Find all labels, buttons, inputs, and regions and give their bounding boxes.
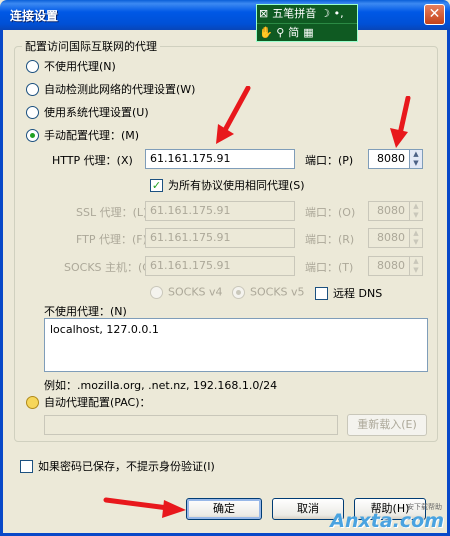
spin-up-icon[interactable]: ▲	[410, 202, 422, 211]
ime-keyboard-icon[interactable]: ▦	[301, 24, 315, 42]
radio-pac[interactable]	[26, 395, 39, 409]
radio-socks-v4[interactable]	[150, 285, 163, 299]
socks-v5-label: SOCKS v5	[250, 285, 305, 299]
socks-v5-option[interactable]: SOCKS v5	[232, 285, 305, 299]
socks-host-input[interactable]: 61.161.175.91	[145, 256, 295, 276]
ssl-proxy-input[interactable]: 61.161.175.91	[145, 201, 295, 221]
ime-simplified-label[interactable]: 简	[286, 24, 301, 42]
radio-socks-v5[interactable]	[232, 285, 245, 299]
window-frame-left	[0, 30, 3, 536]
pac-url-input[interactable]	[44, 415, 338, 435]
annotation-arrow-host-icon	[216, 86, 251, 144]
ssl-proxy-label: SSL 代理：(L)	[76, 206, 148, 219]
no-auth-prompt-option[interactable]: 如果密码已保存，不提示身份验证(I)	[20, 458, 215, 474]
ftp-port-label: 端口：(R)	[305, 233, 355, 246]
ime-toolbar[interactable]: ⊠ 五笔拼音 ☽ •, ✋ ⚲ 简 ▦	[256, 4, 358, 42]
ime-mode-label[interactable]: 五笔拼音	[270, 5, 318, 23]
http-proxy-label: HTTP 代理：(X)	[52, 154, 133, 167]
group-title: 配置访问国际互联网的代理	[22, 38, 160, 54]
same-proxy-checkbox[interactable]: ✓	[150, 178, 163, 192]
spin-up-icon[interactable]: ▲	[410, 229, 422, 238]
http-proxy-input[interactable]: 61.161.175.91	[145, 149, 295, 169]
no-proxy-example: 例如：.mozilla.org, .net.nz, 192.168.1.0/24	[44, 379, 278, 392]
http-port-label: 端口：(P)	[305, 154, 354, 167]
ftp-port-stepper[interactable]: ▲ ▼	[409, 228, 423, 248]
ftp-proxy-label: FTP 代理：(F)	[76, 233, 147, 246]
http-port-stepper[interactable]: ▲ ▼	[409, 149, 423, 169]
http-port-input[interactable]: 8080	[368, 149, 410, 169]
socks-host-label: SOCKS 主机：(C)	[64, 261, 155, 274]
spin-down-icon[interactable]: ▼	[410, 238, 422, 247]
option-no-proxy[interactable]: 不使用代理(N)	[26, 58, 116, 74]
no-auth-prompt-label: 如果密码已保存，不提示身份验证(I)	[38, 460, 215, 473]
ime-mode-icon[interactable]: ⊠	[257, 5, 270, 23]
radio-no-proxy[interactable]	[26, 59, 39, 73]
no-proxy-for-label: 不使用代理：(N)	[44, 305, 127, 318]
ftp-proxy-input[interactable]: 61.161.175.91	[145, 228, 295, 248]
option-system-proxy[interactable]: 使用系统代理设置(U)	[26, 104, 149, 120]
remote-dns-label: 远程 DNS	[333, 287, 383, 300]
annotation-arrow-port-icon	[390, 96, 411, 148]
ime-punct-icons[interactable]: ☽ •,	[318, 5, 345, 23]
spin-down-icon[interactable]: ▼	[410, 211, 422, 220]
option-manual-proxy[interactable]: 手动配置代理：(M)	[26, 127, 139, 143]
ssl-port-input[interactable]: 8080	[368, 201, 410, 221]
title-bar: 连接设置 ✕	[0, 0, 450, 30]
radio-manual-proxy[interactable]	[26, 128, 39, 142]
option-pac[interactable]: 自动代理配置(PAC)：	[26, 394, 151, 410]
ftp-port-input[interactable]: 8080	[368, 228, 410, 248]
spin-down-icon[interactable]: ▼	[410, 159, 422, 168]
ssl-port-label: 端口：(O)	[305, 206, 356, 219]
option-system-proxy-label: 使用系统代理设置(U)	[44, 106, 149, 119]
spin-up-icon[interactable]: ▲	[410, 150, 422, 159]
reload-button[interactable]: 重新载入(E)	[347, 414, 427, 436]
spin-up-icon[interactable]: ▲	[410, 257, 422, 266]
socks-port-input[interactable]: 8080	[368, 256, 410, 276]
radio-auto-detect[interactable]	[26, 82, 39, 96]
socks-port-label: 端口：(T)	[305, 261, 354, 274]
option-pac-label: 自动代理配置(PAC)：	[44, 396, 151, 409]
spin-down-icon[interactable]: ▼	[410, 266, 422, 275]
radio-system-proxy[interactable]	[26, 105, 39, 119]
option-auto-detect[interactable]: 自动检测此网络的代理设置(W)	[26, 81, 195, 97]
window-title: 连接设置	[10, 9, 59, 23]
socks-v4-option[interactable]: SOCKS v4	[150, 285, 223, 299]
close-button[interactable]: ✕	[424, 4, 445, 25]
ime-row-top: ⊠ 五笔拼音 ☽ •,	[257, 5, 357, 23]
watermark-logo: Anxta.com	[330, 510, 444, 532]
ime-tool-icons[interactable]: ✋ ⚲	[257, 24, 286, 42]
ok-button[interactable]: 确定	[186, 498, 262, 520]
socks-port-stepper[interactable]: ▲ ▼	[409, 256, 423, 276]
remote-dns-checkbox[interactable]	[315, 286, 328, 300]
no-auth-prompt-checkbox[interactable]	[20, 459, 33, 473]
option-no-proxy-label: 不使用代理(N)	[44, 60, 116, 73]
remote-dns-option[interactable]: 远程 DNS	[315, 285, 382, 301]
ime-row-bottom: ✋ ⚲ 简 ▦	[257, 23, 357, 41]
ssl-port-stepper[interactable]: ▲ ▼	[409, 201, 423, 221]
option-auto-detect-label: 自动检测此网络的代理设置(W)	[44, 83, 196, 96]
socks-v4-label: SOCKS v4	[168, 285, 223, 299]
annotation-arrow-ok-icon	[103, 497, 186, 518]
same-proxy-option[interactable]: ✓ 为所有协议使用相同代理(S)	[150, 177, 305, 193]
option-manual-proxy-label: 手动配置代理：(M)	[44, 129, 140, 142]
no-proxy-for-textarea[interactable]: localhost, 127.0.0.1	[44, 318, 428, 372]
same-proxy-label: 为所有协议使用相同代理(S)	[168, 179, 305, 192]
